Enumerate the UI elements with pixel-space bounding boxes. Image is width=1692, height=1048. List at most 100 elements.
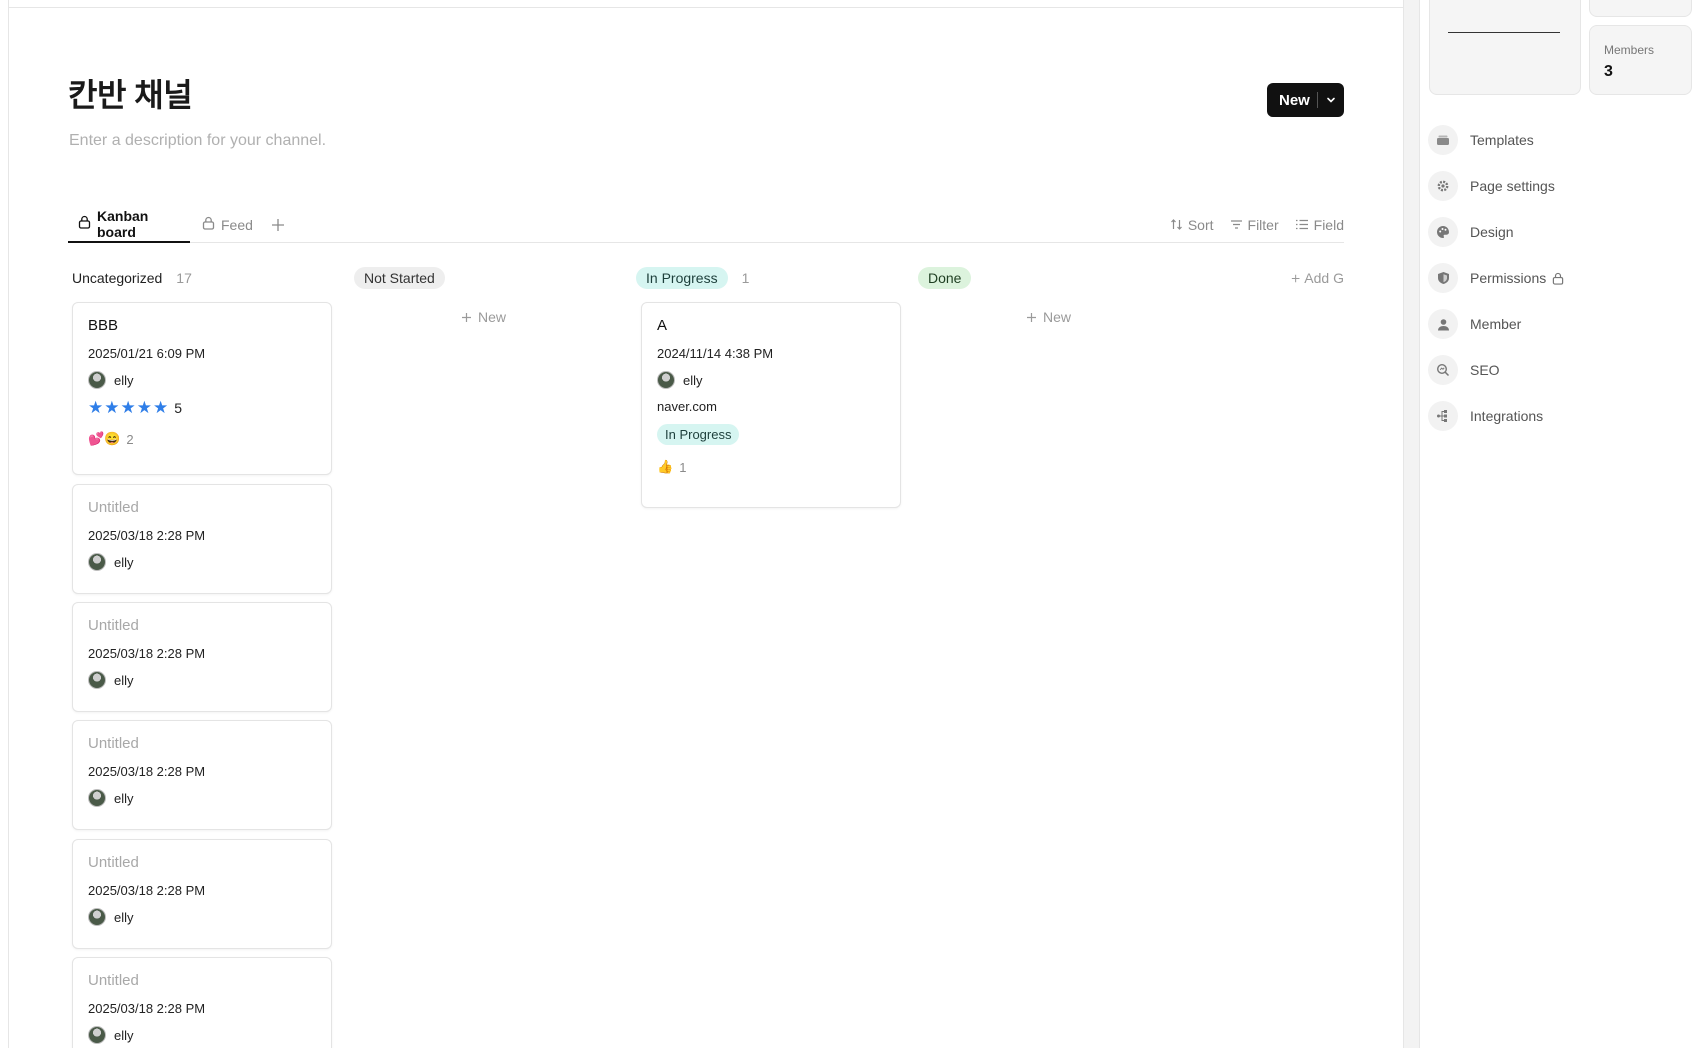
thumbs-up-icon: 👍 [657, 459, 674, 474]
sidebar-item-integrations[interactable]: Integrations [1428, 393, 1678, 439]
kanban-card[interactable]: Untitled 2025/03/18 2:28 PM elly [72, 484, 332, 594]
card-title: Untitled [88, 617, 139, 634]
star-icon: ★ [104, 398, 120, 417]
sidebar-item-label: Design [1470, 224, 1514, 240]
scrollbar[interactable] [1404, 0, 1420, 1048]
new-label: New [478, 309, 507, 325]
card-user: elly [88, 371, 316, 389]
plus-icon [1027, 312, 1036, 322]
new-button[interactable]: New [1267, 83, 1344, 117]
sidebar-item-page-settings[interactable]: Page settings [1428, 163, 1678, 209]
user-name: elly [114, 909, 134, 925]
rating-value: 5 [174, 400, 183, 416]
filter-button[interactable]: Filter [1230, 217, 1279, 233]
new-card-button-not-started[interactable]: New [461, 309, 506, 325]
kanban-card[interactable]: Untitled 2025/03/18 2:28 PM elly [72, 602, 332, 712]
user-name: elly [683, 372, 703, 388]
avatar [88, 789, 106, 807]
status-badge: In Progress [657, 424, 740, 445]
kanban-card[interactable]: BBB 2025/01/21 6:09 PM elly ★ ★ ★ ★ ★ 5 … [72, 302, 332, 475]
field-button[interactable]: Field [1295, 217, 1344, 233]
avatar [88, 908, 106, 926]
card-user: elly [657, 371, 885, 389]
card-date: 2025/01/21 6:09 PM [88, 346, 206, 361]
card-date: 2025/03/18 2:28 PM [88, 764, 206, 779]
members-label: Members [1604, 43, 1655, 57]
members-value: 3 [1604, 63, 1613, 80]
lock-icon [1553, 272, 1564, 285]
sidebar-item-member[interactable]: Member [1428, 301, 1678, 347]
filter-label: Filter [1247, 216, 1279, 233]
card-user: elly [88, 671, 316, 689]
card-date: 2024/11/14 4:38 PM [657, 346, 774, 361]
reactions[interactable]: 👍 1 [657, 459, 885, 475]
tab-kanban-board[interactable]: Kanban board [68, 206, 190, 243]
sidebar-item-label: Permissions [1470, 270, 1564, 286]
sidebar-item-label: Templates [1470, 132, 1534, 148]
avatar [88, 553, 106, 571]
status-badge[interactable]: In Progress [636, 267, 728, 289]
reaction-count: 1 [679, 459, 687, 475]
user-name: elly [114, 790, 134, 806]
star-icon: ★ [88, 398, 104, 417]
permissions-label: Permissions [1470, 270, 1547, 286]
main-panel: 칸반 채널 Enter a description for your chann… [0, 0, 1404, 1048]
sidebar-item-label: SEO [1470, 362, 1500, 378]
card-user: elly [88, 1026, 316, 1044]
user-name: elly [114, 1027, 134, 1043]
column-title: Uncategorized [72, 270, 163, 286]
tab-label: Kanban board [97, 207, 149, 240]
page-title[interactable]: 칸반 채널 [68, 70, 193, 116]
plus-icon [272, 218, 284, 231]
lock-icon [78, 215, 91, 232]
description-field[interactable]: Enter a description for your channel. [69, 132, 326, 150]
sidebar-item-label: Page settings [1470, 178, 1555, 194]
kanban-card[interactable]: Untitled 2025/03/18 2:28 PM elly [72, 839, 332, 949]
sidebar-item-templates[interactable]: Templates [1428, 117, 1678, 163]
members-stat-card[interactable]: Members 3 [1589, 25, 1692, 95]
new-card-button-done[interactable]: New [1026, 309, 1071, 325]
field-label: Field [1313, 216, 1344, 233]
list-icon [1295, 219, 1308, 230]
card-user: elly [88, 789, 316, 807]
status-badge[interactable]: Not Started [354, 267, 445, 289]
avatar [88, 671, 106, 689]
card-title: Untitled [88, 972, 139, 989]
sidebar-item-design[interactable]: Design [1428, 209, 1678, 255]
column-header-in-progress: In Progress 1 [636, 267, 749, 289]
card-link[interactable]: naver.com [657, 399, 885, 414]
avatar [88, 371, 106, 389]
star-icon: ★ [153, 398, 169, 417]
kanban-card[interactable]: A 2024/11/14 4:38 PM elly naver.com In P… [641, 302, 901, 508]
new-button-label: New [1279, 91, 1310, 109]
card-title: A [657, 317, 668, 334]
view-toolbar: Sort Filter Field [1170, 206, 1344, 243]
plus-icon [462, 312, 471, 322]
stat-card [1429, 0, 1581, 95]
lock-icon [202, 216, 215, 233]
kanban-card[interactable]: Untitled 2025/03/18 2:28 PM elly [72, 720, 332, 830]
sidebar-item-seo[interactable]: SEO [1428, 347, 1678, 393]
add-view-button[interactable] [271, 206, 285, 243]
tab-feed[interactable]: Feed [202, 206, 253, 243]
reactions[interactable]: 💕😄 2 [88, 431, 316, 447]
sidebar-item-permissions[interactable]: Permissions [1428, 255, 1678, 301]
add-group-label: Add G [1304, 270, 1344, 286]
star-icon: ★ [120, 398, 136, 417]
reaction-count: 2 [126, 431, 134, 447]
tab-label: Feed [221, 216, 253, 233]
card-date: 2025/03/18 2:28 PM [88, 528, 206, 543]
user-name: elly [114, 554, 134, 570]
column-header-uncategorized: Uncategorized 17 [72, 267, 192, 289]
stat-card [1589, 0, 1692, 17]
add-group-button[interactable]: Add G [1291, 267, 1344, 289]
chevron-down-icon[interactable] [1318, 94, 1344, 106]
sidebar-item-label: Integrations [1470, 408, 1544, 424]
kanban-card[interactable]: Untitled 2025/03/18 2:28 PM elly [72, 957, 332, 1048]
sort-button[interactable]: Sort [1170, 217, 1214, 233]
status-badge[interactable]: Done [918, 267, 972, 289]
user-name: elly [114, 672, 134, 688]
person-icon [1428, 309, 1458, 339]
palette-icon [1428, 217, 1458, 247]
hearts-emoji-icon: 💕😄 [88, 431, 121, 446]
